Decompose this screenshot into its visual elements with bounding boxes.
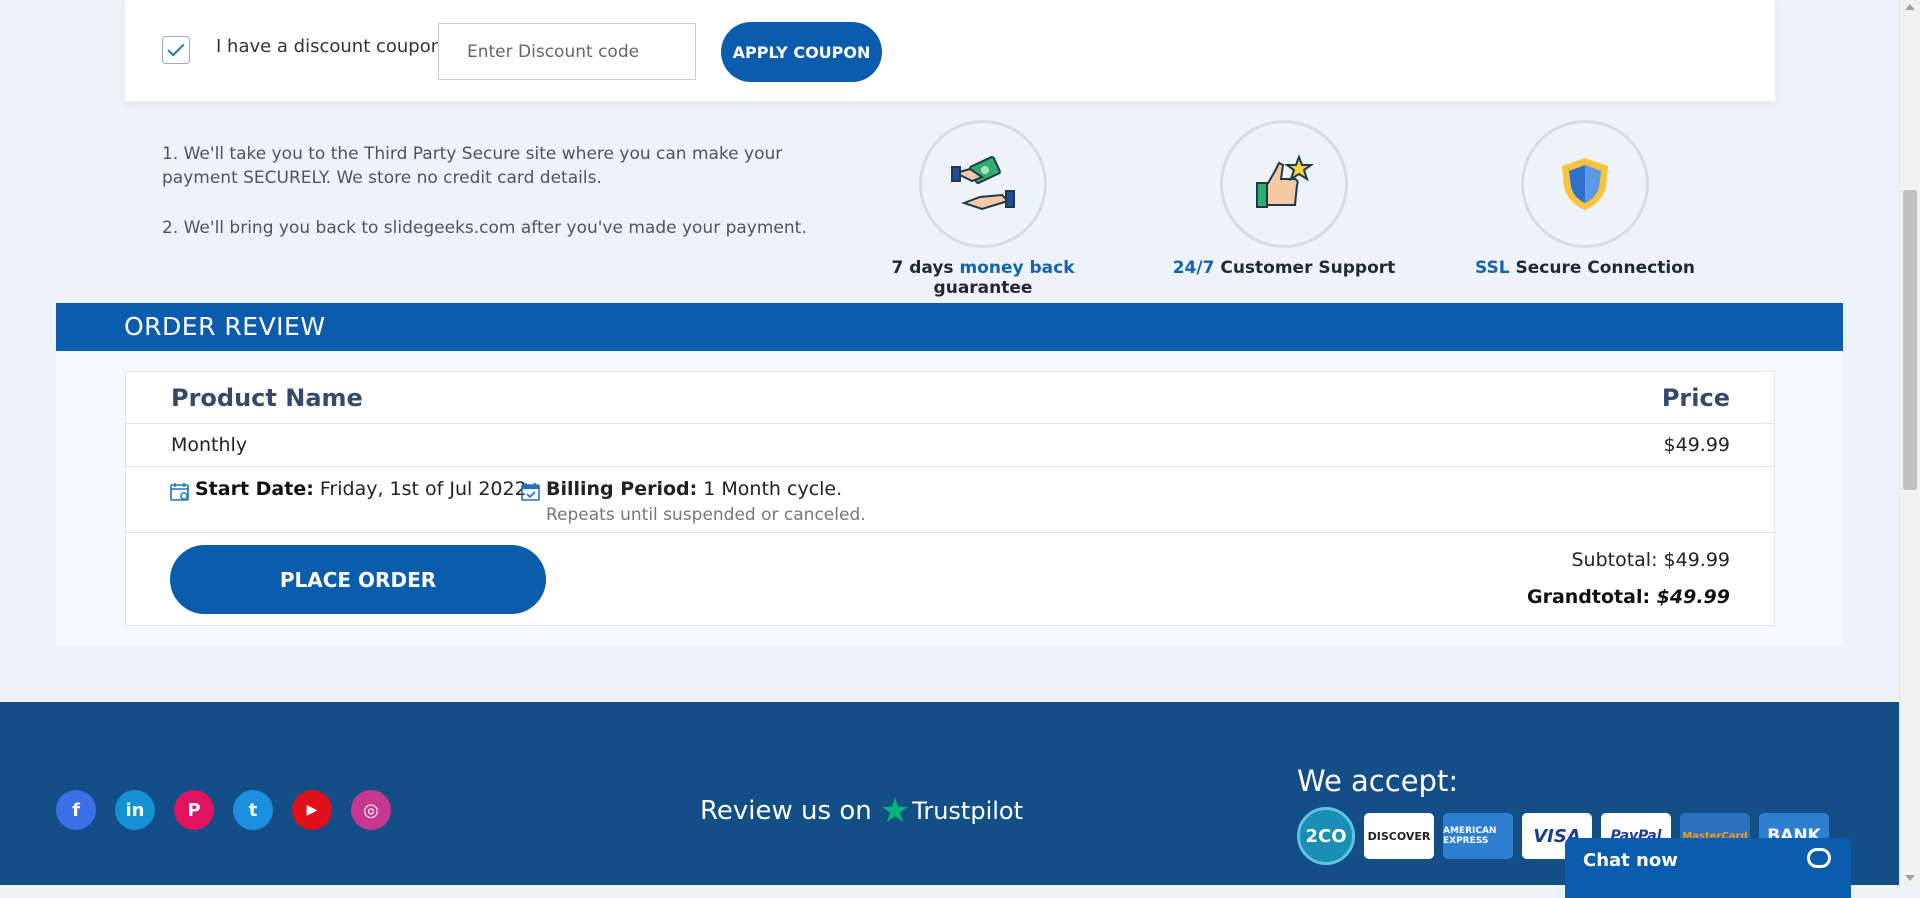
product-name: Monthly <box>171 434 248 456</box>
discount-code-input[interactable] <box>438 23 696 80</box>
trustpilot-review-link[interactable]: Review us on ★ Trustpilot <box>700 794 1023 828</box>
order-table: Product Name Price Monthly $49.99 Start … <box>125 371 1775 626</box>
column-header-product-name: Product Name <box>171 384 363 412</box>
payment-info: 1. We'll take you to the Third Party Sec… <box>162 142 822 266</box>
thumbs-up-star-icon <box>1220 120 1348 248</box>
shield-icon <box>1521 120 1649 248</box>
payment-info-line-1: 1. We'll take you to the Third Party Sec… <box>162 144 783 188</box>
scroll-down-icon[interactable] <box>1905 875 1915 881</box>
review-text: Review us on <box>700 796 872 826</box>
billing-note: Repeats until suspended or canceled. <box>546 505 866 525</box>
scrollbar-thumb[interactable] <box>1903 190 1917 490</box>
2co-logo: 2CO <box>1297 807 1355 865</box>
calendar-check-icon <box>521 483 540 501</box>
discount-coupon-label: I have a discount coupon <box>216 36 443 57</box>
calendar-icon <box>170 483 189 501</box>
money-back-caption: 7 days money back guarantee <box>891 258 1075 298</box>
column-header-price: Price <box>1661 384 1730 412</box>
support-badge: 24/7 Customer Support <box>1154 120 1414 278</box>
order-review-header: ORDER REVIEW <box>56 303 1843 351</box>
product-price: $49.99 <box>1663 434 1730 456</box>
discount-coupon-checkbox[interactable] <box>162 36 190 64</box>
linkedin-icon[interactable]: in <box>115 790 155 830</box>
youtube-icon[interactable]: ▶ <box>292 790 332 830</box>
order-review-panel: Product Name Price Monthly $49.99 Start … <box>56 351 1843 646</box>
billing-period: Billing Period: 1 Month cycle. <box>546 478 843 500</box>
grandtotal: Grandtotal: $49.99 <box>1526 586 1730 608</box>
start-date: Start Date: Friday, 1st of Jul 2022 <box>195 478 527 500</box>
payment-info-line-2: 2. We'll bring you back to slidegeeks.co… <box>162 218 807 238</box>
star-icon: ★ <box>879 791 911 831</box>
money-back-badge: 7 days money back guarantee <box>853 120 1113 298</box>
divider <box>126 466 1774 467</box>
we-accept-title: We accept: <box>1297 764 1459 798</box>
instagram-icon[interactable]: ◎ <box>351 790 391 830</box>
trustpilot-logo: ★ Trustpilot <box>879 791 1023 831</box>
pinterest-icon[interactable]: P <box>174 790 214 830</box>
chat-bubble-icon <box>1807 848 1831 868</box>
page-scrollbar[interactable] <box>1899 0 1920 885</box>
divider <box>126 532 1774 533</box>
money-hand-icon <box>919 120 1047 248</box>
amex-logo: AMERICAN EXPRESS <box>1443 813 1513 859</box>
coupon-card: I have a discount coupon APPLY COUPON <box>125 0 1775 101</box>
discover-logo: DISCOVER <box>1364 813 1434 859</box>
chat-now-label: Chat now <box>1583 850 1678 871</box>
place-order-button[interactable]: PLACE ORDER <box>170 545 546 614</box>
subtotal: Subtotal: $49.99 <box>1571 549 1730 571</box>
chat-widget[interactable]: Chat now <box>1565 838 1851 898</box>
ssl-badge: SSL Secure Connection <box>1455 120 1715 278</box>
twitter-icon[interactable]: t <box>233 790 273 830</box>
scroll-up-icon[interactable] <box>1905 4 1915 10</box>
divider <box>126 423 1774 424</box>
support-caption: 24/7 Customer Support <box>1172 258 1396 278</box>
apply-coupon-button[interactable]: APPLY COUPON <box>721 22 882 82</box>
ssl-caption: SSL Secure Connection <box>1475 258 1695 278</box>
social-links: f in P t ▶ ◎ <box>56 790 391 830</box>
facebook-icon[interactable]: f <box>56 790 96 830</box>
order-review-title: ORDER REVIEW <box>124 312 326 341</box>
